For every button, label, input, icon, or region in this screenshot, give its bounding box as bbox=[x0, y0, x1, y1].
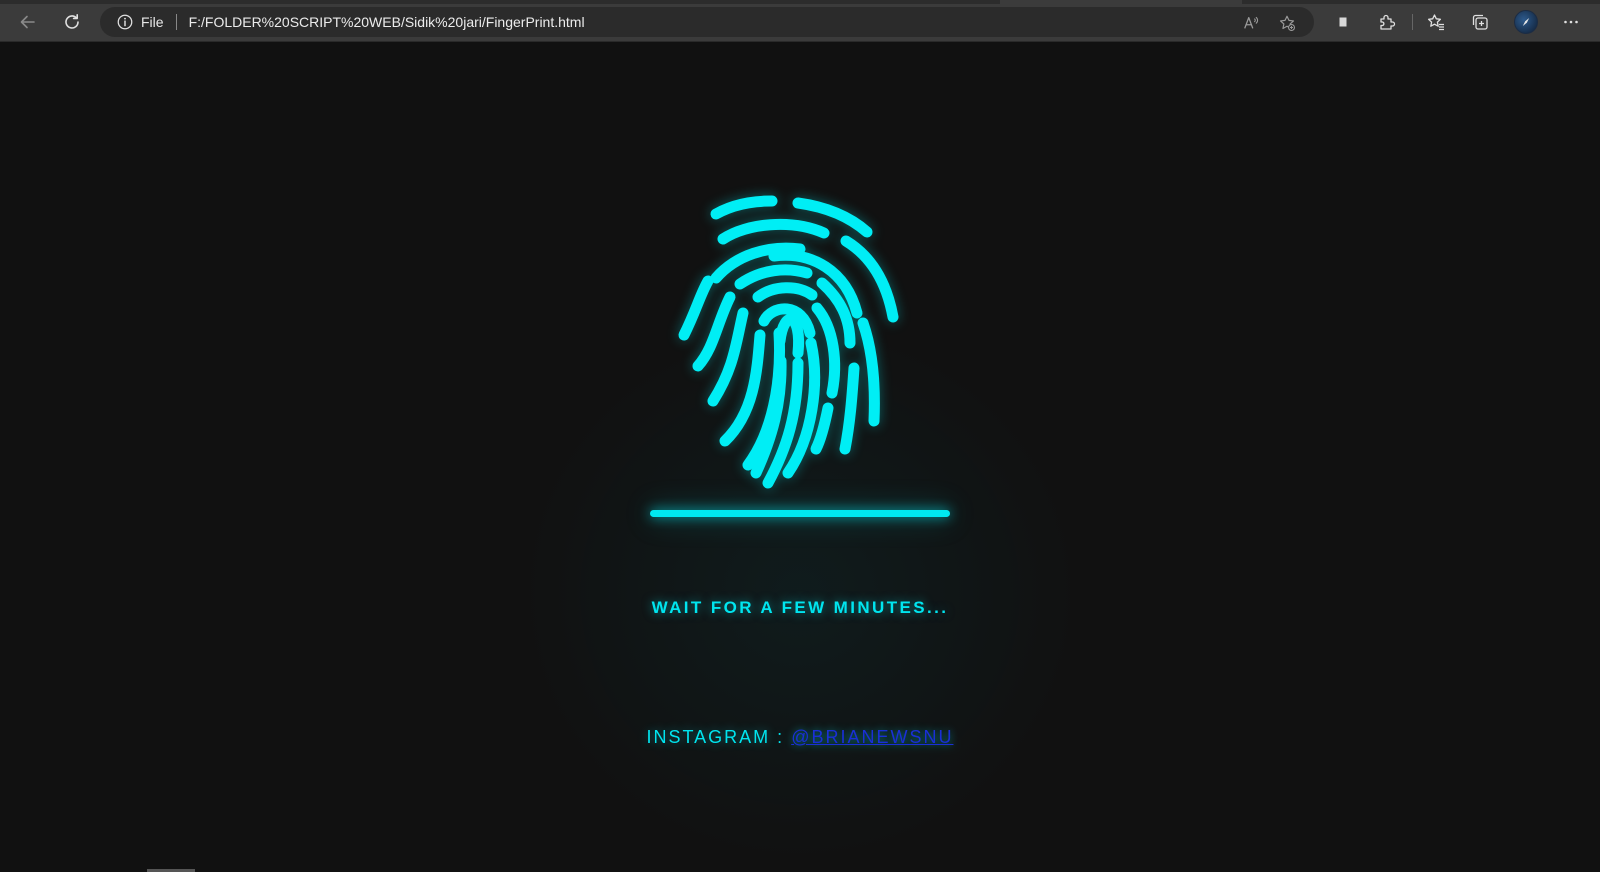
more-menu-icon bbox=[1564, 20, 1578, 24]
extensions-button[interactable] bbox=[1371, 6, 1403, 38]
back-button[interactable] bbox=[12, 6, 44, 38]
favorites-icon bbox=[1427, 14, 1444, 31]
site-info-label: File bbox=[141, 14, 164, 30]
toolbar-separator bbox=[1412, 14, 1413, 30]
site-info-button[interactable]: File bbox=[100, 7, 176, 37]
browser-toolbar: File F:/FOLDER%20SCRIPT%20WEB/Sidik%20ja… bbox=[0, 0, 1600, 42]
address-divider bbox=[175, 14, 177, 30]
stop-icon bbox=[1339, 17, 1347, 27]
instagram-link[interactable]: @BRIANEWSNU bbox=[791, 727, 953, 747]
tabstrip-edge-right bbox=[1242, 0, 1600, 4]
address-bar[interactable]: File F:/FOLDER%20SCRIPT%20WEB/Sidik%20ja… bbox=[100, 7, 1314, 37]
compass-icon bbox=[1522, 18, 1530, 26]
page-content: WAIT FOR A FEW MINUTES... INSTAGRAM : @B… bbox=[0, 43, 1600, 872]
read-aloud-button[interactable] bbox=[1240, 12, 1262, 34]
info-icon bbox=[117, 14, 133, 30]
tabstrip-edge bbox=[0, 0, 1000, 4]
read-aloud-icon bbox=[1244, 16, 1259, 29]
status-text: WAIT FOR A FEW MINUTES... bbox=[651, 598, 949, 617]
add-favorite-icon bbox=[1279, 15, 1296, 32]
profile-avatar[interactable] bbox=[1514, 10, 1538, 34]
more-menu-button[interactable] bbox=[1555, 6, 1587, 38]
extensions-icon bbox=[1380, 14, 1396, 30]
reload-button[interactable] bbox=[56, 6, 88, 38]
back-arrow-icon bbox=[20, 15, 35, 29]
instagram-label: INSTAGRAM : bbox=[646, 727, 792, 747]
instagram-credit: INSTAGRAM : @BRIANEWSNU bbox=[0, 727, 1600, 748]
collections-button[interactable] bbox=[1464, 6, 1496, 38]
fingerprint-icon[interactable] bbox=[672, 183, 928, 493]
scan-line bbox=[650, 510, 950, 517]
url-text[interactable]: F:/FOLDER%20SCRIPT%20WEB/Sidik%20jari/Fi… bbox=[189, 14, 585, 30]
collections-icon bbox=[1472, 14, 1488, 30]
add-favorite-button[interactable] bbox=[1276, 12, 1298, 34]
reload-icon bbox=[65, 14, 79, 29]
stop-button[interactable] bbox=[1327, 6, 1359, 38]
favorites-button[interactable] bbox=[1420, 6, 1452, 38]
